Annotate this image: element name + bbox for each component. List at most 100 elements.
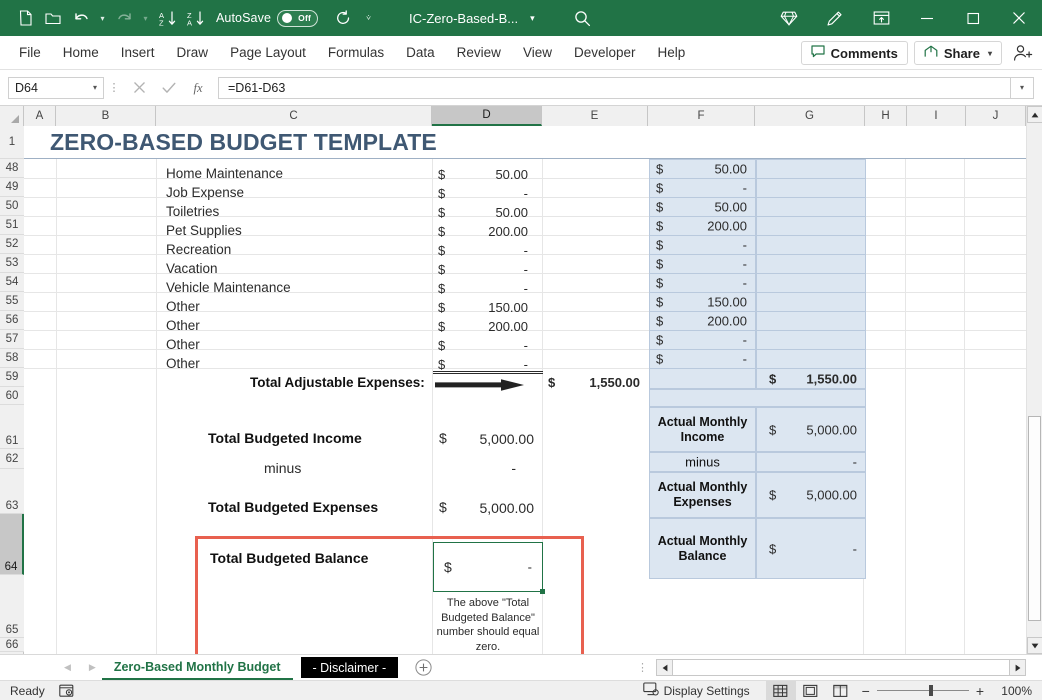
close-button[interactable] <box>996 0 1042 36</box>
actual-expenses-label-cell[interactable]: Actual Monthly Expenses <box>649 472 756 518</box>
cancel-edit-icon[interactable] <box>124 77 154 99</box>
row-header-60[interactable]: 60 <box>0 387 24 405</box>
page-layout-view-button[interactable] <box>796 681 826 700</box>
actual-income-label-cell[interactable]: Actual Monthly Income <box>649 407 756 452</box>
column-header-f[interactable]: F <box>648 106 755 126</box>
actual-cell-51[interactable]: $ 200.00 <box>649 216 756 236</box>
actual-blank-51[interactable] <box>756 216 866 236</box>
zoom-thumb[interactable] <box>929 685 933 696</box>
select-all-corner[interactable] <box>0 106 24 126</box>
undo-icon[interactable] <box>68 5 94 31</box>
row-header-65[interactable]: 65 <box>0 575 24 638</box>
actual-cell-49[interactable]: $ - <box>649 178 756 198</box>
scroll-down-arrow[interactable] <box>1027 637 1042 654</box>
formula-input[interactable]: =D61-D63 <box>218 77 1010 99</box>
row-header-52[interactable]: 52 <box>0 235 24 254</box>
actual-expenses-value-cell[interactable]: $ 5,000.00 <box>756 472 866 518</box>
row-header-59[interactable]: 59 <box>0 368 24 387</box>
hscroll-right-arrow[interactable] <box>1009 659 1026 676</box>
column-header-b[interactable]: B <box>56 106 156 126</box>
actual-cell-56[interactable]: $ 200.00 <box>649 311 756 331</box>
add-sheet-button[interactable] <box>410 656 436 680</box>
zoom-slider[interactable]: − + <box>862 683 984 699</box>
row-header-49[interactable]: 49 <box>0 178 24 197</box>
new-file-icon[interactable] <box>12 5 38 31</box>
page-break-view-button[interactable] <box>826 681 856 700</box>
sort-descending-icon[interactable]: ZA <box>182 5 208 31</box>
ribbon-display-options-icon[interactable] <box>858 0 904 36</box>
row-header-53[interactable]: 53 <box>0 254 24 273</box>
undo-dropdown-caret-icon[interactable]: ▾ <box>96 5 109 31</box>
actual-total-blank[interactable] <box>649 368 756 389</box>
actual-cell-52[interactable]: $ - <box>649 235 756 255</box>
ribbon-tab-draw[interactable]: Draw <box>166 36 220 70</box>
sort-ascending-icon[interactable]: AZ <box>154 5 180 31</box>
scroll-up-arrow[interactable] <box>1027 106 1042 123</box>
sheet-nav-next-icon[interactable]: ▶ <box>89 662 96 673</box>
comments-button[interactable]: Comments <box>801 41 908 65</box>
row-header-54[interactable]: 54 <box>0 273 24 292</box>
column-header-e[interactable]: E <box>542 106 648 126</box>
actual-spacer-row-60[interactable] <box>649 389 866 407</box>
column-header-i[interactable]: I <box>907 106 966 126</box>
ribbon-tab-view[interactable]: View <box>512 36 563 70</box>
name-box-caret-icon[interactable]: ▾ <box>93 83 97 92</box>
actual-minus-label-cell[interactable]: minus <box>649 452 756 472</box>
normal-view-button[interactable] <box>766 681 796 700</box>
column-header-a[interactable]: A <box>24 106 56 126</box>
ribbon-tab-review[interactable]: Review <box>446 36 512 70</box>
ribbon-tab-page-layout[interactable]: Page Layout <box>219 36 317 70</box>
actual-balance-value-cell[interactable]: $ - <box>756 518 866 579</box>
row-header-51[interactable]: 51 <box>0 216 24 235</box>
actual-blank-49[interactable] <box>756 178 866 198</box>
actual-balance-label-cell[interactable]: Actual Monthly Balance <box>649 518 756 579</box>
zoom-in-button[interactable]: + <box>976 683 984 699</box>
row-header-58[interactable]: 58 <box>0 349 24 368</box>
autosave-toggle[interactable]: Off <box>277 10 318 27</box>
open-folder-icon[interactable] <box>40 5 66 31</box>
refresh-icon[interactable] <box>330 5 356 31</box>
hscroll-left-arrow[interactable] <box>656 659 673 676</box>
actual-cell-55[interactable]: $ 150.00 <box>649 292 756 312</box>
ribbon-tab-data[interactable]: Data <box>395 36 446 70</box>
actual-blank-55[interactable] <box>756 292 866 312</box>
column-header-c[interactable]: C <box>156 106 432 126</box>
actual-blank-56[interactable] <box>756 311 866 331</box>
column-header-h[interactable]: H <box>865 106 907 126</box>
horizontal-scroll-track[interactable] <box>673 659 1009 676</box>
actual-blank-58[interactable] <box>756 349 866 369</box>
sheet-tab-disclaimer[interactable]: - Disclaimer - <box>301 657 399 678</box>
column-header-g[interactable]: G <box>755 106 865 126</box>
actual-minus-value-cell[interactable]: - <box>756 452 866 472</box>
vertical-scroll-thumb[interactable] <box>1028 416 1041 621</box>
redo-icon[interactable] <box>111 5 137 31</box>
ribbon-tab-help[interactable]: Help <box>647 36 697 70</box>
insert-function-icon[interactable]: fx <box>184 77 214 99</box>
row-header-63[interactable]: 63 <box>0 469 24 514</box>
row-header-1[interactable]: 1 <box>0 126 24 159</box>
accessibility-checker-icon[interactable] <box>59 684 74 698</box>
row-header-48[interactable]: 48 <box>0 159 24 178</box>
actual-blank-57[interactable] <box>756 330 866 350</box>
expand-formula-bar-icon[interactable]: ▾ <box>1010 77 1034 99</box>
search-box[interactable] <box>574 0 591 36</box>
actual-blank-54[interactable] <box>756 273 866 293</box>
fill-handle[interactable] <box>540 589 545 594</box>
actual-blank-52[interactable] <box>756 235 866 255</box>
sheet-nav-prev-icon[interactable]: ◀ <box>64 662 71 673</box>
row-header-57[interactable]: 57 <box>0 330 24 349</box>
ribbon-tab-file[interactable]: File <box>8 36 52 70</box>
actual-blank-50[interactable] <box>756 197 866 217</box>
row-header-61[interactable]: 61 <box>0 405 24 449</box>
actual-blank-53[interactable] <box>756 254 866 274</box>
actual-total-adjustable[interactable]: $ 1,550.00 <box>756 368 866 389</box>
row-header-64[interactable]: 64 <box>0 514 24 575</box>
draw-pen-icon[interactable] <box>812 0 858 36</box>
display-settings-button[interactable]: Display Settings <box>643 682 750 699</box>
share-caret-icon[interactable]: ▾ <box>988 49 992 58</box>
actual-cell-50[interactable]: $ 50.00 <box>649 197 756 217</box>
maximize-button[interactable] <box>950 0 996 36</box>
actual-cell-53[interactable]: $ - <box>649 254 756 274</box>
ribbon-tab-developer[interactable]: Developer <box>563 36 647 70</box>
ribbon-tab-formulas[interactable]: Formulas <box>317 36 395 70</box>
